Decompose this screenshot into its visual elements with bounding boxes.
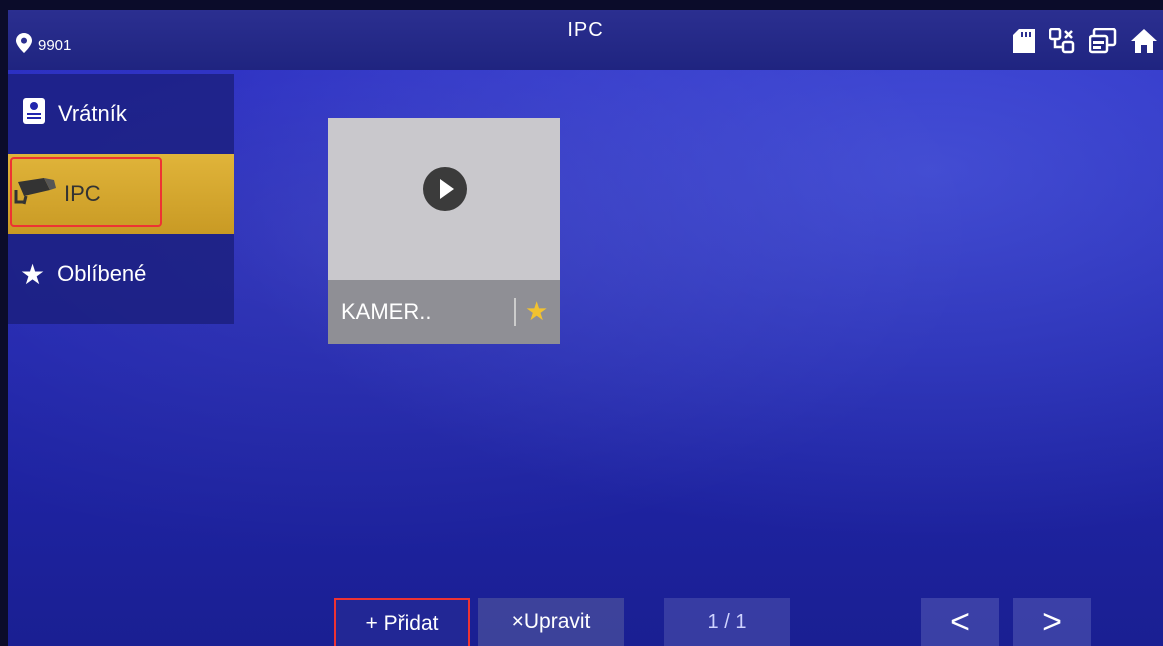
chevron-right-icon: > [1042, 602, 1062, 641]
page-title: IPC [567, 19, 604, 41]
sidebar-item-label: Vrátník [58, 101, 127, 126]
play-icon[interactable] [423, 167, 467, 211]
message-icon [1088, 27, 1117, 59]
status-bar: 9901 IPC [8, 10, 1163, 70]
intercom-icon [22, 97, 46, 131]
home-icon[interactable] [1131, 29, 1157, 58]
sidebar-item-label: Oblíbené [57, 261, 147, 286]
network-disconnected-icon [1048, 27, 1075, 59]
divider [514, 298, 516, 326]
camera-tile[interactable]: KAMER.. ★ [328, 118, 560, 344]
add-button[interactable]: + Přidat [334, 598, 470, 646]
status-icons [1013, 27, 1157, 59]
page-indicator: 1 / 1 [664, 598, 790, 646]
edit-button[interactable]: ×Upravit [478, 598, 624, 646]
chevron-left-icon: < [950, 602, 970, 641]
camera-name: KAMER.. [341, 299, 432, 324]
next-page-button[interactable]: > [1013, 598, 1091, 646]
sidebar-item-vratnik[interactable]: Vrátník [8, 74, 234, 154]
highlight-box-ipc [10, 157, 162, 227]
screen: 9901 IPC Vrátník IPC ★ Oblíbené KAMER.. … [8, 10, 1163, 646]
favorite-star-icon[interactable]: ★ [525, 296, 548, 327]
sidebar-item-oblibene[interactable]: ★ Oblíbené [8, 234, 234, 314]
prev-page-button[interactable]: < [921, 598, 999, 646]
bottom-bar: + Přidat ×Upravit 1 / 1 < > [8, 596, 1163, 646]
sd-card-icon [1013, 29, 1035, 58]
star-icon: ★ [20, 258, 46, 290]
camera-tile-footer: KAMER.. ★ [328, 280, 560, 344]
